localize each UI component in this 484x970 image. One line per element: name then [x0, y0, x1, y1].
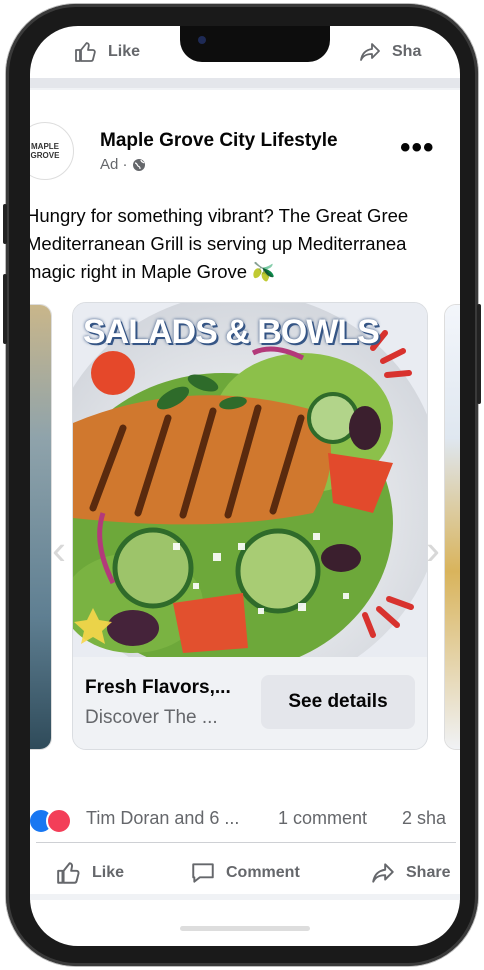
phone-frame: Like Sha MAPLE GROVE Maple Grove City Li… — [3, 4, 481, 966]
post-divider — [30, 78, 460, 88]
mute-switch — [3, 204, 7, 244]
share-label: Share — [406, 864, 451, 881]
next-card-image — [445, 305, 460, 749]
avatar-logo-text: MAPLE GROVE — [30, 142, 60, 160]
share-arrow-icon — [372, 863, 394, 883]
comment-count[interactable]: 1 comment — [278, 808, 367, 829]
phone-screen: Like Sha MAPLE GROVE Maple Grove City Li… — [30, 26, 460, 946]
volume-up-button — [3, 274, 7, 344]
comment-bubble-icon — [192, 863, 214, 883]
home-indicator[interactable] — [180, 926, 310, 931]
card-description: Discover The ... — [85, 707, 218, 728]
share-count[interactable]: 2 sha — [402, 808, 446, 829]
thumbs-up-icon — [57, 862, 80, 884]
more-options-button[interactable]: ••• — [400, 133, 435, 163]
caption-line: magic right in Maple Grove 🫒 — [30, 261, 276, 282]
like-button-top[interactable]: Like — [74, 40, 140, 64]
food-illustration — [73, 303, 427, 657]
like-button[interactable]: Like — [56, 860, 124, 886]
post-actions: Like Comment Share — [30, 848, 460, 894]
comment-button[interactable]: Comment — [190, 860, 300, 886]
carousel-card-next[interactable] — [444, 304, 460, 750]
card-banner: SALADS & BOWLS — [83, 313, 380, 351]
see-details-button[interactable]: See details — [261, 675, 415, 729]
comment-label: Comment — [226, 864, 300, 881]
salad-bowl-image: SALADS & BOWLS — [73, 303, 427, 657]
actions-separator — [36, 842, 456, 843]
share-arrow-icon — [360, 43, 380, 61]
card-title: Fresh Flavors,... — [85, 677, 231, 698]
share-button[interactable]: Share — [370, 860, 450, 886]
share-label-top: Sha — [392, 43, 422, 60]
carousel-next-icon[interactable]: › — [426, 526, 440, 574]
thumbs-up-icon — [75, 42, 96, 62]
caption-line: Hungry for something vibrant? The Great … — [30, 205, 409, 226]
page-name[interactable]: Maple Grove City Lifestyle — [100, 130, 338, 152]
post-caption: Hungry for something vibrant? The Great … — [30, 202, 460, 286]
camera-icon — [198, 36, 206, 44]
bottom-divider — [30, 894, 460, 900]
like-label: Like — [92, 864, 125, 881]
share-button-top[interactable]: Sha — [358, 40, 421, 64]
ad-label: Ad · — [100, 156, 128, 173]
reactions-row: Tim Doran and 6 ... 1 comment 2 sha — [30, 806, 460, 834]
page-avatar[interactable]: MAPLE GROVE — [30, 122, 74, 180]
carousel-prev-icon[interactable]: ‹ — [52, 526, 66, 574]
carousel-card[interactable]: SALADS & BOWLS Fresh Flavors,... Discove… — [72, 302, 428, 750]
post-divider-line — [30, 88, 460, 90]
sponsored-label: Ad · — [100, 156, 146, 173]
power-button — [477, 304, 481, 404]
caption-line: Mediterranean Grill is serving up Medite… — [30, 233, 407, 254]
like-label-top: Like — [108, 43, 141, 60]
previous-card-image — [30, 305, 51, 749]
carousel-card-previous[interactable] — [30, 304, 52, 750]
reactions-summary[interactable]: Tim Doran and 6 ... — [86, 808, 239, 829]
card-footer: Fresh Flavors,... Discover The ... See d… — [73, 657, 427, 749]
reaction-icons[interactable] — [30, 808, 78, 834]
globe-icon — [132, 158, 145, 171]
notch — [180, 26, 330, 62]
love-reaction-icon — [46, 808, 72, 834]
